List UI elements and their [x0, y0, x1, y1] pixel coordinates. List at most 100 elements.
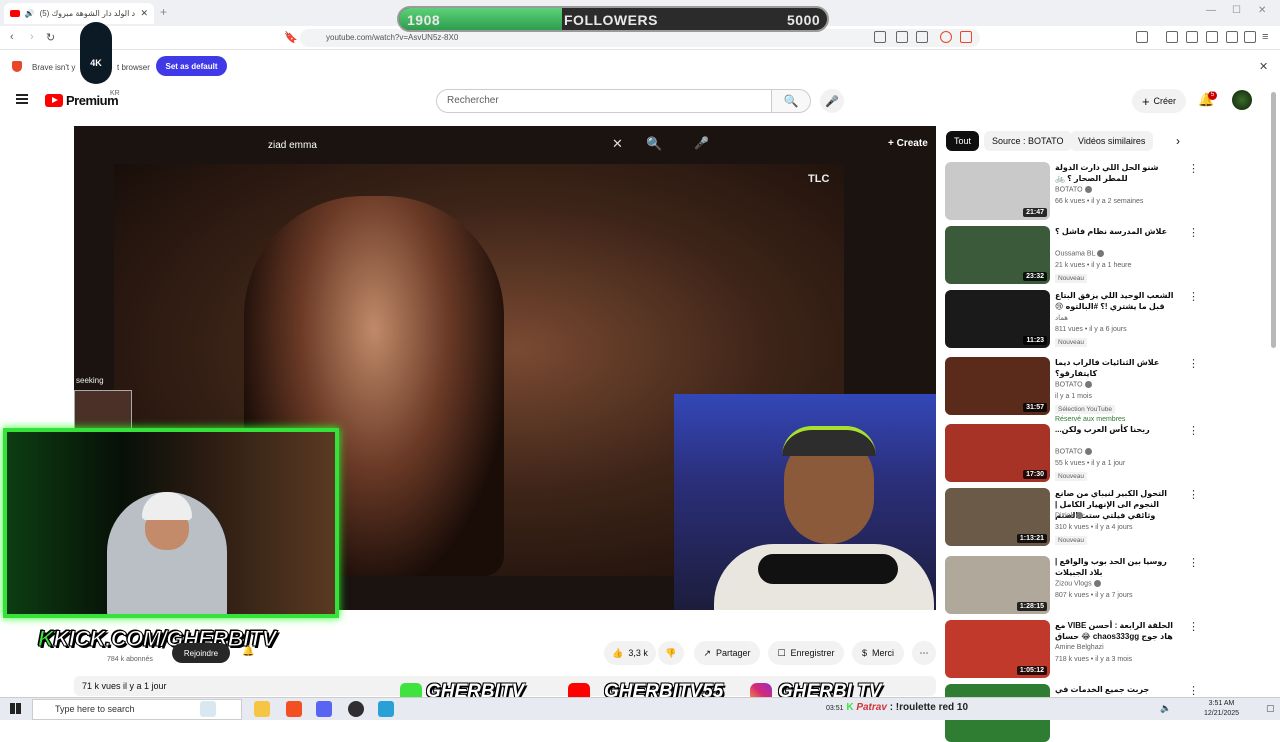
rec-title[interactable]: الشعب الوحيد اللي يزفق البتاع قبل ما يشت…: [1055, 290, 1180, 312]
chip-source[interactable]: Source : BOTATO: [984, 131, 1072, 151]
close-window-icon[interactable]: ✕: [1258, 5, 1266, 16]
rec-more-icon[interactable]: ⋮: [1188, 488, 1199, 501]
rec-more-icon[interactable]: ⋮: [1188, 226, 1199, 239]
taskbar-clock[interactable]: 3:51 AM 12/21/2025: [1204, 699, 1239, 719]
volume-icon[interactable]: 🔈: [1160, 703, 1171, 714]
youtube-logo-icon[interactable]: [45, 94, 63, 107]
rec-title[interactable]: روسيا بين الحد بوب والواقع | بلاد الجبيل…: [1055, 556, 1180, 578]
rec-more-icon[interactable]: ⋮: [1188, 684, 1199, 697]
share-button[interactable]: ↗ Partager: [694, 641, 760, 665]
translate-icon[interactable]: [896, 31, 908, 43]
minimize-icon[interactable]: —: [1206, 5, 1216, 16]
like-button[interactable]: 👍 3,3 k: [604, 641, 656, 665]
vpn-icon[interactable]: [1244, 31, 1256, 43]
chip-all[interactable]: Tout: [946, 131, 980, 151]
rec-thumbnail[interactable]: 1:13:21: [945, 488, 1050, 546]
create-button[interactable]: + Créer: [1132, 89, 1186, 113]
rec-channel[interactable]: BOTATO: [1055, 381, 1092, 388]
maximize-icon[interactable]: ☐: [1232, 5, 1241, 16]
chip-similar[interactable]: Vidéos similaires: [1070, 131, 1154, 151]
page-scrollbar[interactable]: [1271, 92, 1276, 348]
rec-title[interactable]: شنو الحل اللي دارت الدولة للمطر الصحار ؟…: [1055, 162, 1180, 184]
rec-title[interactable]: علاش المدرسة نظام فاشل ؟: [1055, 226, 1180, 237]
thanks-button[interactable]: $ Merci: [852, 641, 904, 665]
save-button[interactable]: ☐ Enregistrer: [768, 641, 844, 665]
rec-more-icon[interactable]: ⋮: [1188, 357, 1199, 370]
media-icon[interactable]: [1166, 31, 1178, 43]
recommendation-item[interactable]: 21:47 شنو الحل اللي دارت الدولة للمطر الص…: [945, 162, 1245, 220]
rec-more-icon[interactable]: ⋮: [1188, 290, 1199, 303]
audio-icon[interactable]: 🔊: [25, 9, 35, 18]
leo-icon[interactable]: [1226, 31, 1238, 43]
forward-icon[interactable]: ›: [30, 31, 34, 43]
chips-next-icon[interactable]: ›: [1176, 134, 1180, 148]
infobar-close-icon[interactable]: ✕: [1259, 60, 1268, 73]
windows-start-icon[interactable]: [10, 703, 21, 714]
voice-search-button[interactable]: 🎤: [820, 89, 844, 113]
notification-center-icon[interactable]: ▢: [1266, 703, 1275, 714]
account-avatar[interactable]: [1232, 90, 1252, 110]
search-input[interactable]: Rechercher: [436, 89, 772, 113]
join-button[interactable]: Rejoindre: [172, 643, 230, 663]
rec-channel[interactable]: Zizou Vlogs: [1055, 580, 1101, 587]
rec-duration: 17:30: [1023, 470, 1047, 479]
brave-rewards-icon[interactable]: [960, 31, 972, 43]
more-actions-button[interactable]: ⋯: [912, 641, 936, 665]
rec-thumbnail[interactable]: 23:32: [945, 226, 1050, 284]
verified-icon: [1084, 186, 1092, 193]
recommendation-item[interactable]: 17:30 ربحنا كأس العرب ولكن... BOTATO 55 k v…: [945, 424, 1245, 482]
file-explorer-icon[interactable]: [254, 701, 270, 717]
dislike-button[interactable]: 👎: [658, 641, 684, 665]
rec-channel[interactable]: BOTATO: [1055, 186, 1092, 193]
extensions-icon[interactable]: [1206, 31, 1218, 43]
telegram-icon[interactable]: [378, 701, 394, 717]
rec-thumbnail[interactable]: 31:57: [945, 357, 1050, 415]
rec-thumbnail[interactable]: 1:28:15: [945, 556, 1050, 614]
bookmark-icon[interactable]: 🔖: [284, 31, 298, 44]
rec-more-icon[interactable]: ⋮: [1188, 424, 1199, 437]
close-tab-icon[interactable]: ✕: [140, 8, 148, 19]
brave-shields-icon[interactable]: [940, 31, 952, 43]
rec-meta: 718 k vues • il y a 3 mois: [1055, 656, 1133, 663]
set-as-default-button[interactable]: Set as default: [156, 56, 227, 76]
rec-title[interactable]: علاش الثنائيات فالراب ديما كايتفارقو؟: [1055, 357, 1180, 379]
winter-widget-icon[interactable]: [200, 701, 216, 717]
browser-tab[interactable]: 🔊 (5) هاد الولد دار الشوهة مبروك ✕: [4, 3, 154, 24]
followers-goal-bar: 1908 FOLLOWERS 5000: [397, 6, 829, 32]
sidebar-icon[interactable]: [1136, 31, 1148, 43]
hamburger-menu-icon[interactable]: [16, 94, 28, 104]
recommendation-item[interactable]: 31:57 علاش الثنائيات فالراب ديما كايتفارق…: [945, 357, 1245, 423]
search-button[interactable]: 🔍: [771, 89, 811, 113]
brave-taskbar-icon[interactable]: [286, 701, 302, 717]
reader-icon[interactable]: [1186, 31, 1198, 43]
rec-thumbnail[interactable]: 11:23: [945, 290, 1050, 348]
rec-thumbnail[interactable]: 1:05:12: [945, 620, 1050, 678]
share-icon[interactable]: [916, 31, 928, 43]
recommendation-item[interactable]: 1:05:12 الحلقة الرابعة : أحسن VIBE مع هاد…: [945, 620, 1245, 678]
cast-icon[interactable]: [874, 31, 886, 43]
rec-thumbnail[interactable]: 17:30: [945, 424, 1050, 482]
rec-more-icon[interactable]: ⋮: [1188, 556, 1199, 569]
back-icon[interactable]: ‹: [10, 31, 14, 43]
rec-channel[interactable]: Diziak: [1055, 512, 1084, 519]
recommendation-item[interactable]: 1:28:15 روسيا بين الحد بوب والواقع | بلاد…: [945, 556, 1245, 614]
recommendation-item[interactable]: 1:13:21 التحول الكبير لنيباي من صانع النج…: [945, 488, 1245, 546]
rec-channel[interactable]: هماد: [1055, 314, 1068, 322]
recommendation-item[interactable]: 23:32 علاش المدرسة نظام فاشل ؟ Oussama BL 2…: [945, 226, 1245, 284]
infobar-text-end: t browser: [117, 63, 150, 72]
menu-icon[interactable]: ≡: [1262, 31, 1268, 43]
rec-more-icon[interactable]: ⋮: [1188, 162, 1199, 175]
rec-channel[interactable]: BOTATO: [1055, 448, 1092, 455]
discord-icon[interactable]: [316, 701, 332, 717]
obs-icon[interactable]: [348, 701, 364, 717]
rec-channel[interactable]: Oussama BL: [1055, 250, 1105, 257]
rec-channel[interactable]: Amine Belghazi: [1055, 644, 1104, 651]
new-tab-icon[interactable]: +: [160, 5, 167, 19]
reload-icon[interactable]: ↻: [46, 31, 55, 44]
rec-title[interactable]: ربحنا كأس العرب ولكن...: [1055, 424, 1180, 435]
recommendation-item[interactable]: 11:23 الشعب الوحيد اللي يزفق البتاع قبل م…: [945, 290, 1245, 348]
subscribed-bell-icon[interactable]: 🔔: [242, 646, 254, 657]
rec-thumbnail[interactable]: 21:47: [945, 162, 1050, 220]
rec-more-icon[interactable]: ⋮: [1188, 620, 1199, 633]
rec-title[interactable]: الحلقة الرابعة : أحسن VIBE مع هاد جوج ch…: [1055, 620, 1180, 642]
